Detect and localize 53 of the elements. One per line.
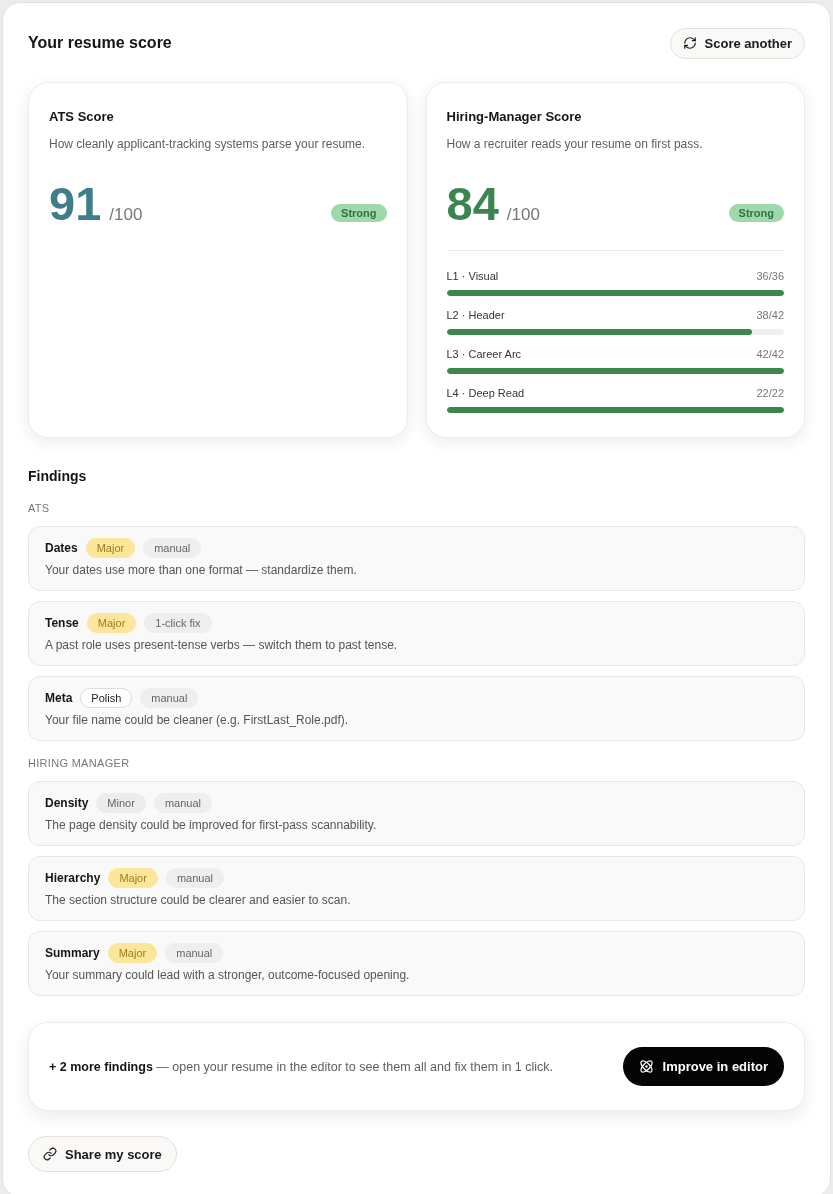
share-button[interactable]: Share my score [28, 1136, 177, 1172]
level-reading: 38/42 [756, 308, 784, 323]
level-label: L2 · Header [446, 308, 505, 323]
finding-title: Density [45, 796, 89, 810]
score-another-button[interactable]: Score another [669, 27, 805, 59]
improve-in-editor-button[interactable]: Improve in editor [622, 1047, 784, 1086]
score-value: 84 [446, 176, 499, 232]
finding-title: Dates [45, 541, 78, 555]
fix-tag: manual [165, 868, 224, 888]
severity-tag: Major [85, 538, 136, 558]
severity-tag: Major [107, 943, 158, 963]
group-label: HIRING MANAGER [28, 756, 131, 770]
link-icon [43, 1147, 57, 1161]
card-title: ATS Score [49, 108, 115, 126]
section-title: Findings [28, 467, 88, 486]
group-label: ATS [28, 501, 51, 515]
card-title: Hiring-Manager Score [446, 108, 583, 126]
finding-title: Tense [45, 616, 79, 630]
level-label: L4 · Deep Read [446, 386, 525, 401]
finding-description: A past role uses present-tense verbs — switch them to past tense. [45, 637, 399, 653]
fix-tag: manual [140, 688, 199, 708]
finding-description: Your summary could lead with a stronger, outcome-focused opening. [45, 967, 411, 983]
level-label: L1 · Visual [446, 269, 499, 284]
level-reading: 22/22 [756, 386, 784, 401]
finding-description: Your file name could be cleaner (e.g. FirstLast_Role.pdf). [45, 712, 350, 728]
strength-badge: Strong [331, 204, 387, 222]
score-max: /100 [109, 205, 143, 225]
refresh-icon [682, 36, 697, 50]
finding-title: Summary [45, 946, 100, 960]
cta-text: + 2 more findings — open your resume in the editor to see them all and fix them in 1 click. [49, 1059, 554, 1074]
finding-description: The section structure could be clearer and easier to scan. [45, 892, 352, 908]
fix-tag: manual [153, 793, 212, 813]
level-reading: 42/42 [756, 347, 784, 362]
card-description: How cleanly applicant-tracking systems parse your resume. [49, 136, 367, 152]
finding-title: Meta [45, 691, 73, 705]
card-description: How a recruiter reads your resume on first pass. [446, 136, 704, 152]
level-reading: 36/36 [756, 269, 784, 284]
finding-description: The page density could be improved for first-pass scannability. [45, 817, 378, 833]
fix-tag: manual [143, 538, 202, 558]
finding-description: Your dates use more than one format — standardize them. [45, 562, 358, 578]
level-label: L3 · Career Arc [446, 347, 522, 362]
finding-title: Hierarchy [45, 871, 101, 885]
severity-tag: Major [86, 613, 137, 633]
score-value: 91 [49, 176, 102, 232]
page-title: Your resume score [28, 34, 172, 52]
atom-icon [638, 1059, 654, 1074]
fix-tag: manual [165, 943, 224, 963]
severity-tag: Major [108, 868, 158, 888]
score-max: /100 [506, 205, 540, 225]
strength-badge: Strong [728, 204, 784, 222]
severity-tag: Minor [96, 793, 146, 813]
fix-tag: 1-click fix [144, 613, 212, 633]
severity-tag: Polish [80, 688, 133, 708]
